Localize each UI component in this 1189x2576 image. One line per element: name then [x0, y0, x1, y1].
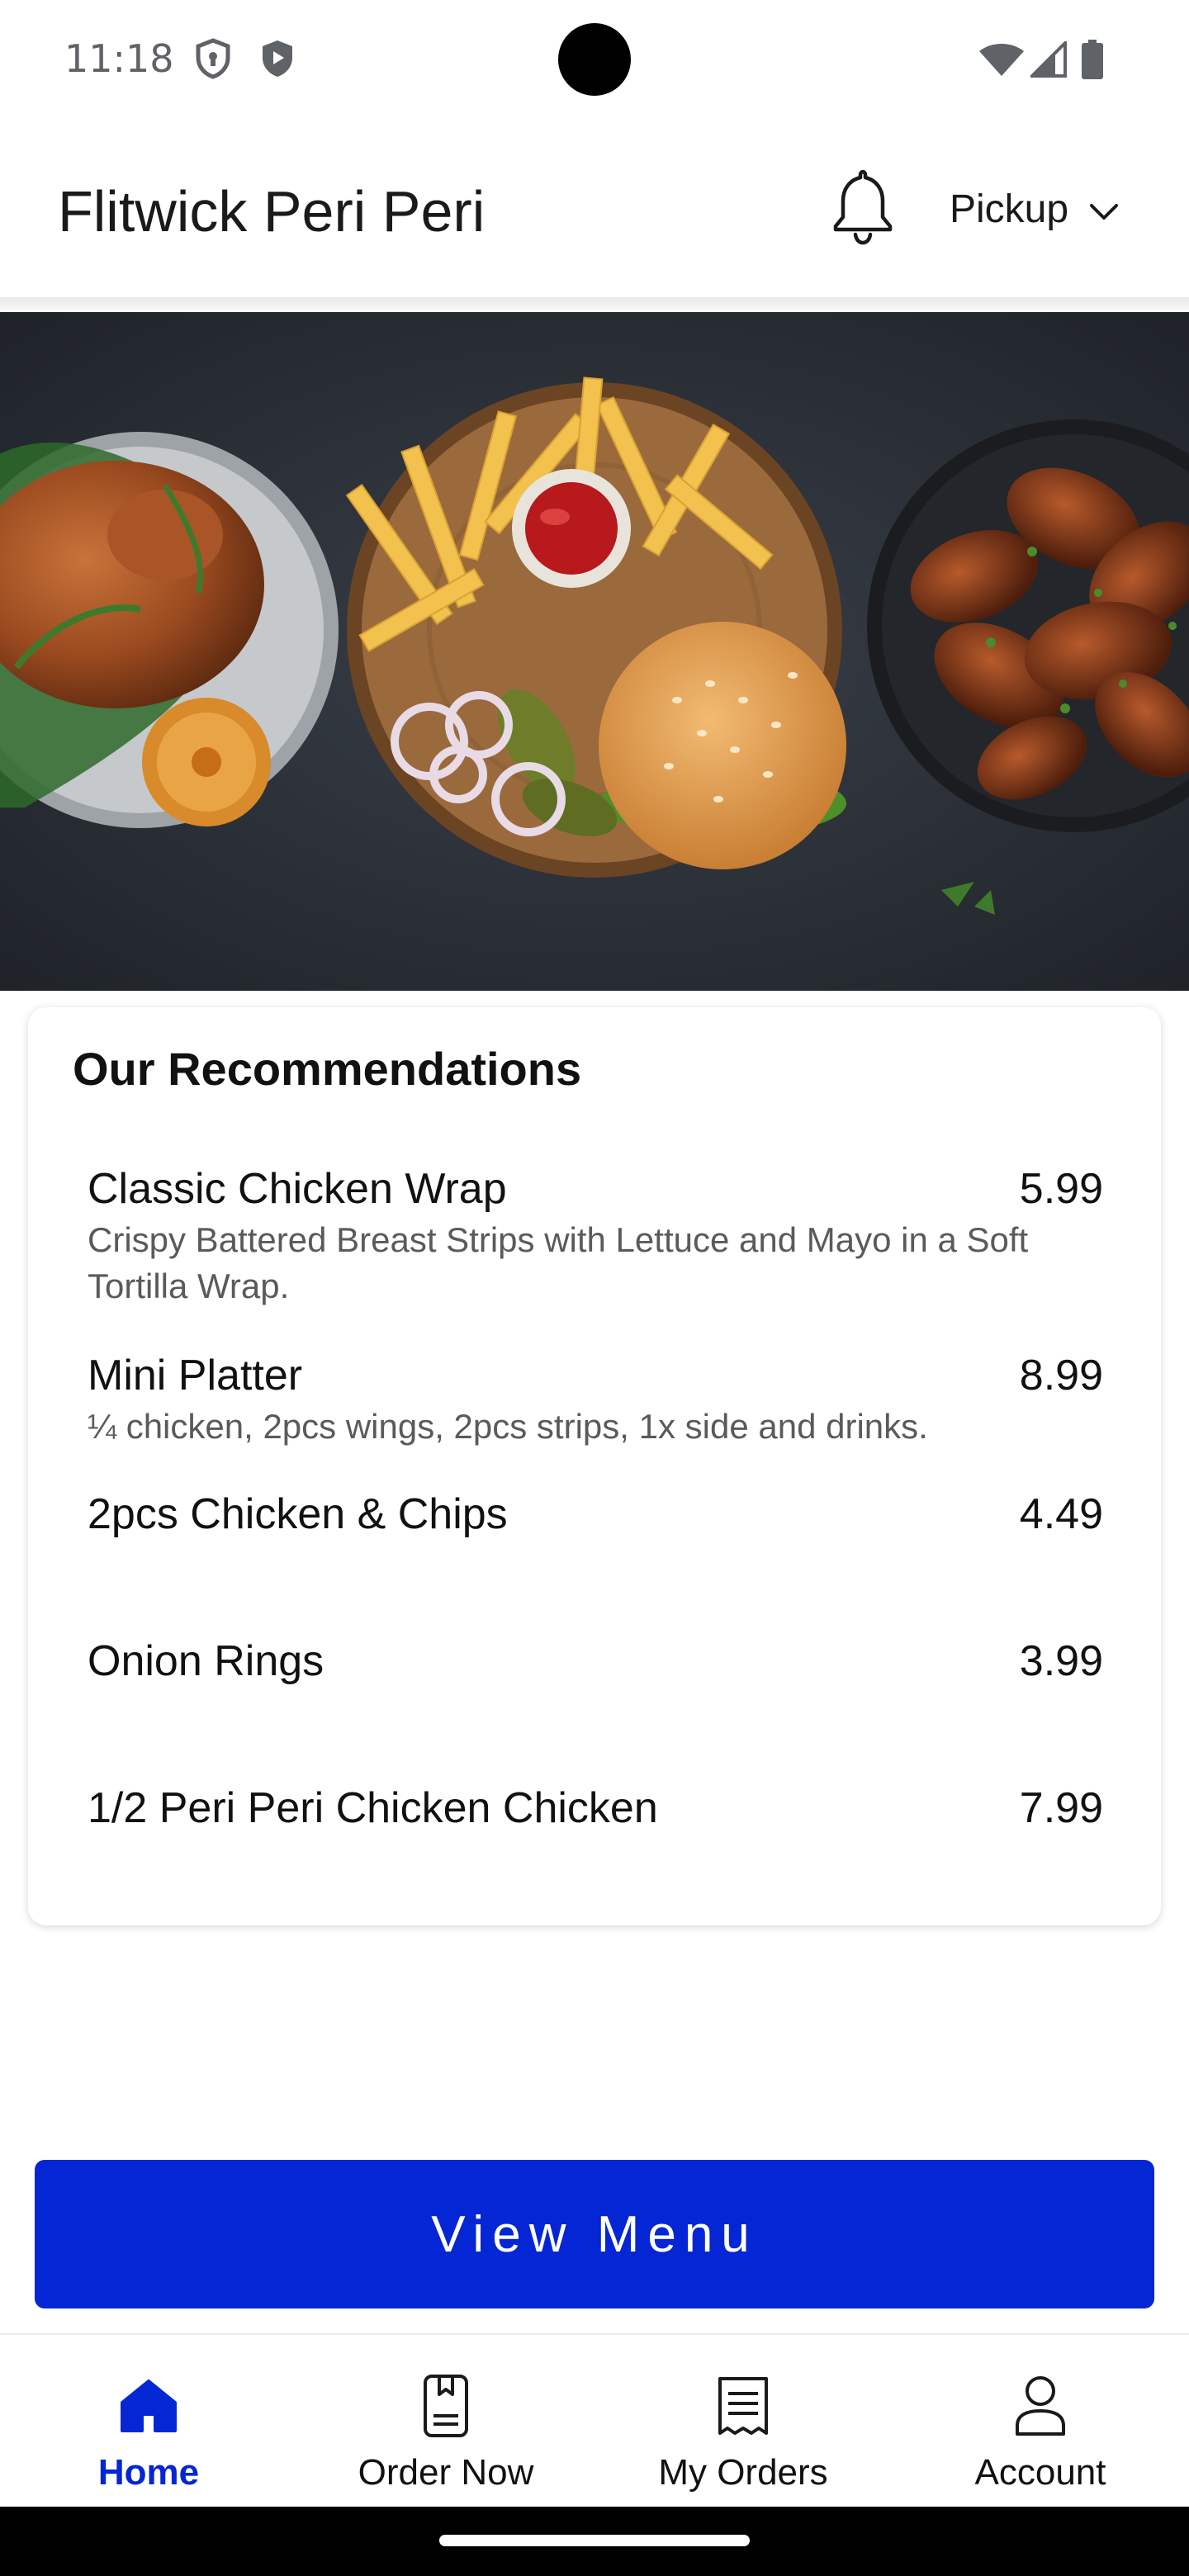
item-price: 3.99 — [1019, 1637, 1103, 1685]
item-name: Classic Chicken Wrap — [88, 1165, 507, 1213]
nav-item-my-orders[interactable]: My Orders — [594, 2335, 892, 2508]
item-name: Onion Rings — [88, 1637, 324, 1685]
recommendation-item[interactable]: Classic Chicken Wrap 5.99 Crispy Battere… — [88, 1164, 1103, 1309]
app-header: Flitwick Peri Peri Pickup — [0, 124, 1189, 299]
recommendation-item[interactable]: 1/2 Peri Peri Chicken Chicken 7.99 — [88, 1783, 1103, 1833]
item-name: 1/2 Peri Peri Chicken Chicken — [88, 1784, 658, 1832]
status-bar: 11:18 — [0, 0, 1189, 124]
order-mode-selector[interactable]: Pickup — [950, 180, 1120, 238]
item-name: Mini Platter — [88, 1352, 303, 1399]
wifi-icon — [978, 41, 1026, 82]
recommendation-item[interactable]: Mini Platter 8.99 ¼ chicken, 2pcs wings,… — [88, 1351, 1103, 1450]
order-icon — [421, 2371, 471, 2441]
status-time: 11:18 — [64, 36, 174, 81]
item-description: ¼ chicken, 2pcs wings, 2pcs strips, 1x s… — [88, 1407, 928, 1446]
recommendations-card: Our Recommendations Classic Chicken Wrap… — [28, 1007, 1161, 1925]
item-description: Crispy Battered Breast Strips with Lettu… — [88, 1220, 1029, 1305]
signal-icon — [1028, 39, 1067, 82]
receipt-icon — [717, 2371, 770, 2441]
recommendation-item[interactable]: 2pcs Chicken & Chips 4.49 — [88, 1489, 1103, 1539]
hero-food-image — [0, 312, 1189, 991]
header-divider — [0, 297, 1189, 310]
home-icon — [119, 2371, 178, 2441]
battery-icon — [1082, 40, 1103, 83]
nav-label: My Orders — [658, 2452, 828, 2493]
app-screen: 11:18 Flitwick Peri Peri Pickup Our Reco… — [0, 0, 1189, 2576]
order-mode-label: Pickup — [950, 187, 1069, 231]
vpn-shield-icon — [195, 38, 231, 83]
home-gesture-handle[interactable] — [439, 2535, 750, 2546]
item-price: 7.99 — [1019, 1784, 1103, 1832]
security-shield-icon — [259, 38, 296, 83]
nav-label: Home — [97, 2452, 200, 2493]
item-price: 4.49 — [1019, 1490, 1103, 1538]
bottom-navigation: Home Order Now My Orders Account — [0, 2333, 1189, 2507]
nav-label: Account — [974, 2452, 1106, 2493]
chevron-down-icon — [1088, 187, 1120, 232]
notifications-button[interactable] — [826, 165, 900, 248]
gesture-navigation-bar — [0, 2507, 1189, 2576]
nav-label: Order Now — [358, 2452, 534, 2493]
item-price: 5.99 — [1019, 1165, 1103, 1213]
recommendation-item[interactable]: Onion Rings 3.99 — [88, 1636, 1103, 1686]
nav-item-home[interactable]: Home — [0, 2335, 297, 2508]
bell-icon — [826, 169, 900, 251]
user-icon — [1014, 2371, 1067, 2441]
restaurant-title: Flitwick Peri Peri — [58, 179, 486, 244]
recommendations-title: Our Recommendations — [73, 1043, 582, 1095]
nav-item-order-now[interactable]: Order Now — [297, 2335, 594, 2508]
item-price: 8.99 — [1019, 1352, 1103, 1399]
view-menu-button[interactable]: View Menu — [35, 2160, 1154, 2308]
camera-cutout — [558, 23, 631, 96]
nav-item-account[interactable]: Account — [892, 2335, 1189, 2508]
item-name: 2pcs Chicken & Chips — [88, 1490, 508, 1538]
